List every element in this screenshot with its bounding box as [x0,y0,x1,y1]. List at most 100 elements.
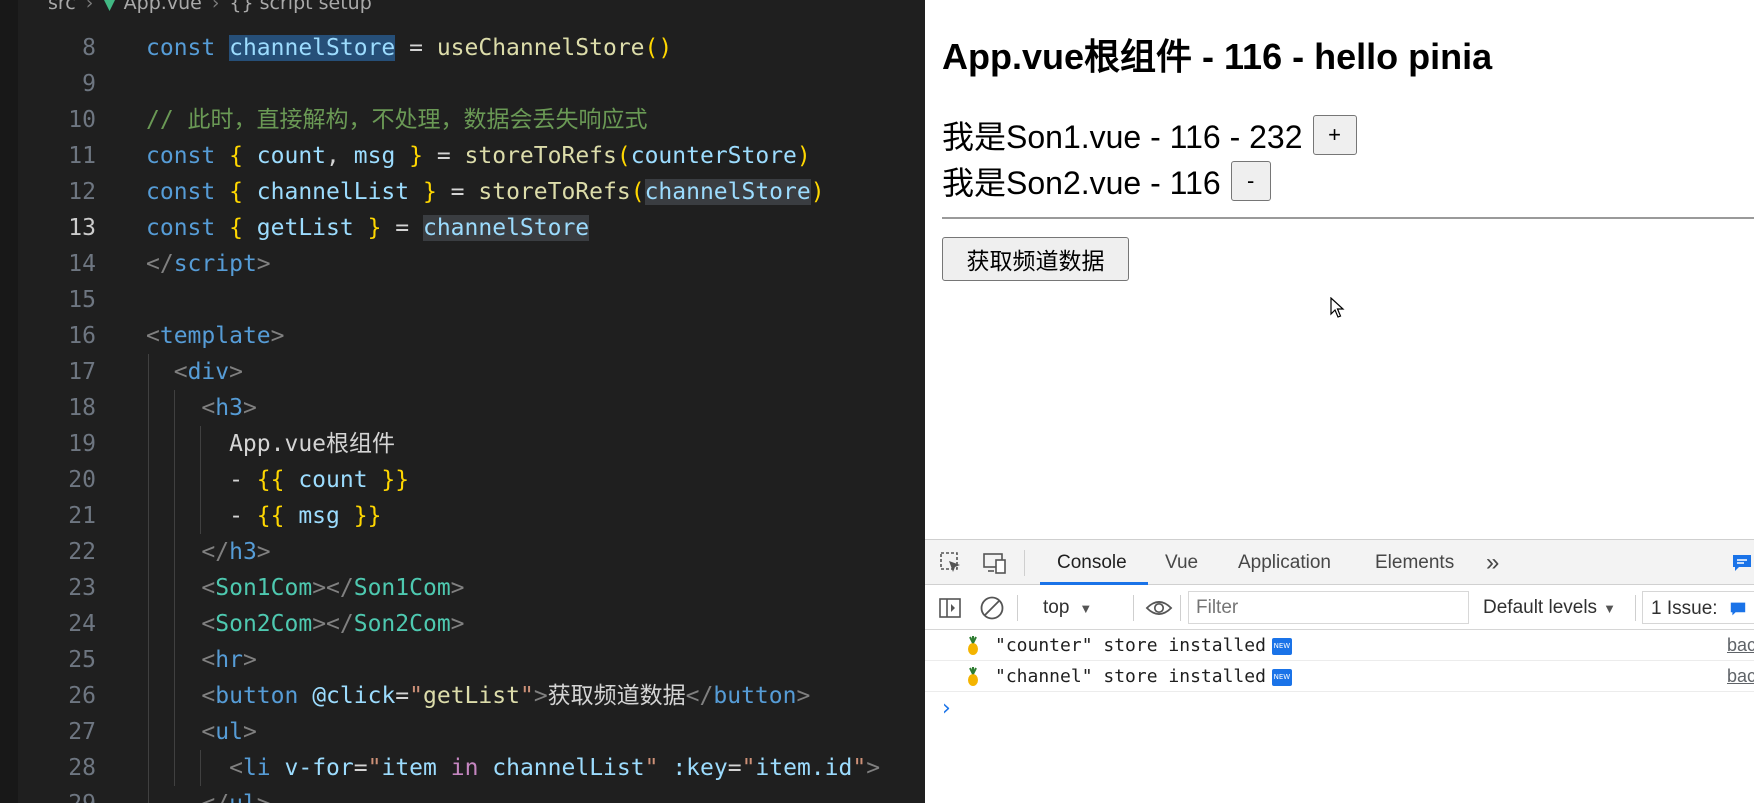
code-line[interactable]: 9 [18,66,925,102]
son1-row: 我是Son1.vue - 116 - 232 + [942,112,1357,158]
log-levels-select[interactable]: Default levels ▼ [1483,585,1616,630]
code-token: const [146,215,230,241]
code-token: > [229,359,243,385]
code-token: counterStore [630,143,797,169]
code-token: > [242,719,257,745]
code-line[interactable]: 29 </ul> [18,786,925,803]
code-token: :key [672,755,728,781]
context-select[interactable]: top ▼ [1043,585,1092,630]
line-number: 12 [68,179,96,205]
code-token: > [533,683,548,709]
tab-application[interactable]: Application [1238,540,1331,585]
line-number: 15 [68,287,96,313]
log-source-link[interactable]: bac [1727,630,1754,661]
code-token: = [381,215,423,241]
code-token: { [229,215,257,241]
code-token: @click [312,683,396,709]
code-line[interactable]: 21 - {{ msg }} [18,498,925,534]
code-token: item.id [755,755,853,781]
live-expression-eye-icon[interactable] [1145,594,1173,622]
filter-input[interactable] [1188,591,1469,624]
code-token: < [201,647,216,673]
code-text: <hr> [146,642,256,678]
line-number: 9 [82,71,96,97]
line-number: 17 [68,359,96,385]
console-prompt-icon[interactable]: › [942,696,951,721]
code-token: < [201,575,216,601]
breadcrumb-section[interactable]: {} script setup [229,0,371,14]
code-token: > [796,683,811,709]
code-text: </h3> [146,534,270,570]
line-number: 25 [68,647,96,673]
code-token: button [215,683,299,709]
messages-icon[interactable] [1728,549,1754,577]
code-token: item [381,755,437,781]
code-line[interactable]: 16 <template> [18,318,925,354]
tab-console[interactable]: Console [1057,540,1127,585]
code-token: Son2Com [353,611,451,637]
code-token: msg [298,503,340,529]
line-number: 11 [68,143,96,169]
breadcrumb: src › ▼ App.vue › {} script setup [18,0,925,18]
code-text: <div> [146,354,243,390]
log-source-link[interactable]: bac [1727,661,1754,692]
get-channel-list-button[interactable]: 获取频道数据 [942,237,1129,281]
code-text: </ul> [146,786,270,803]
code-line[interactable]: 15 [18,282,925,318]
code-line[interactable]: 22 </h3> [18,534,925,570]
code-line[interactable]: 24 <Son2Com></Son2Com> [18,606,925,642]
code-token: () [644,35,673,61]
device-toolbar-icon[interactable] [981,549,1009,577]
code-editor[interactable]: src › ▼ App.vue › {} script setup 8 const chan… [0,0,925,803]
code-token: button [713,683,797,709]
code-token: " [741,755,756,781]
code-line[interactable]: 26 <button @click="getList">获取频道数据</butt… [18,678,925,714]
code-line[interactable]: 23 <Son1Com></Son1Com> [18,570,925,606]
code-line[interactable]: 13 const { getList } = channelStore [18,210,925,246]
tab-elements[interactable]: Elements [1375,540,1454,585]
code-line[interactable]: 11 const { count, msg } = storeToRefs(cou… [18,138,925,174]
code-token: > [450,575,465,601]
code-token: div [187,359,230,385]
code-text: - {{ count }} [146,462,409,498]
line-number: 16 [68,323,96,349]
code-token: > [866,755,881,781]
new-badge: NEW [1271,637,1292,655]
code-token: Son1Com [215,575,313,601]
code-line[interactable]: 8 const channelStore = useChannelStore() [18,30,925,66]
line-number: 10 [68,107,96,133]
code-token: = [353,755,368,781]
code-line[interactable]: 14 </script> [18,246,925,282]
code-line[interactable]: 28 <li v-for="item in channelList" :key=… [18,750,925,786]
decrement-button[interactable]: - [1230,161,1271,201]
inspect-element-icon[interactable] [937,549,965,577]
breadcrumb-folder[interactable]: src [48,0,76,14]
code-line[interactable]: 19 App.vue根组件 [18,426,925,462]
code-line[interactable]: 17 <div> [18,354,925,390]
increment-button[interactable]: + [1312,115,1357,155]
code-line[interactable]: 20 - {{ count }} [18,462,925,498]
clear-console-icon[interactable] [978,594,1006,622]
code-line[interactable]: 18 <h3> [18,390,925,426]
line-number: 22 [68,539,96,565]
console-toolbar: top ▼ Default levels ▼ 1 Issue: [925,585,1754,630]
code-token: in [436,755,493,781]
line-number: 23 [68,575,96,601]
more-tabs-icon[interactable]: » [1486,540,1499,585]
code-token: ul [215,719,243,745]
code-token: {{ [256,503,299,529]
log-text: "counter" store installed [995,635,1266,656]
code-token: }} [339,503,382,529]
code-line[interactable]: 10 // 此时，直接解构，不处理，数据会丢失响应式 [18,102,925,138]
code-line[interactable]: 25 <hr> [18,642,925,678]
code-text: - {{ msg }} [146,498,381,534]
issues-button[interactable]: 1 Issue: [1642,591,1754,624]
code-text: const { count, msg } = storeToRefs(count… [146,138,811,174]
tab-vue[interactable]: Vue [1165,540,1198,585]
code-line[interactable]: 27 <ul> [18,714,925,750]
breadcrumb-file[interactable]: App.vue [124,0,202,14]
code-line[interactable]: 12 const { channelList } = storeToRefs(ch… [18,174,925,210]
sidebar-toggle-icon[interactable] [936,594,964,622]
code-token: " [644,755,659,781]
